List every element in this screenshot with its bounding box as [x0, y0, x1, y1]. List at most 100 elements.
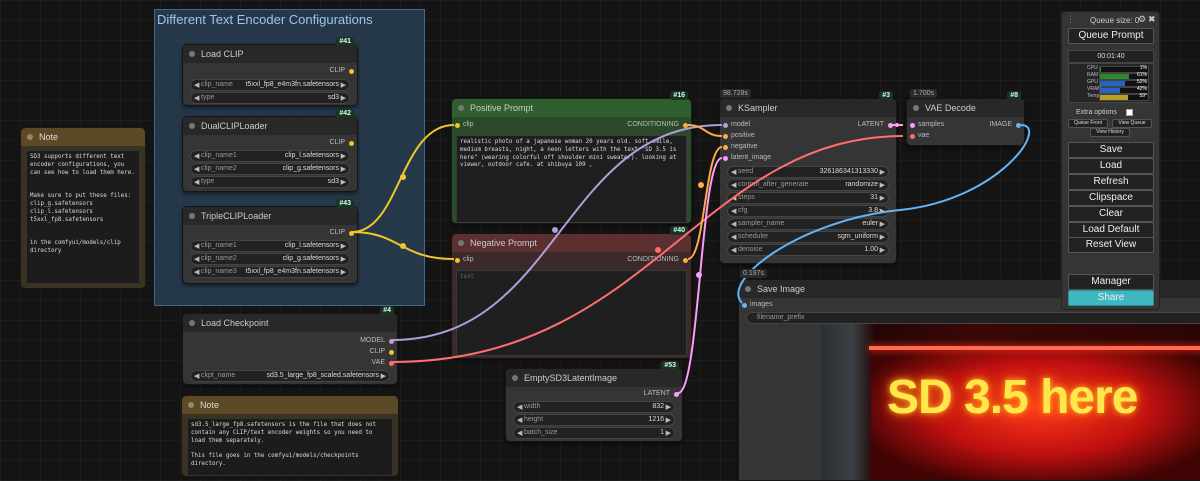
- decrement-arrow-icon[interactable]: ◀: [517, 429, 522, 437]
- clear-button[interactable]: Clear: [1068, 206, 1154, 222]
- node-triple-clip-loader[interactable]: #43 TripleCLIPLoader CLIP ◀clip_name1cli…: [182, 206, 358, 284]
- widget-clip-name3[interactable]: ◀clip_name3t5xxl_fp8_e4m3fn.safetensors▶: [190, 266, 350, 278]
- node-header[interactable]: DualCLIPLoader: [183, 117, 357, 135]
- widget-control-after-generate[interactable]: ◀control_after_generaterandomize▶: [727, 179, 889, 191]
- collapse-dot-icon[interactable]: [458, 240, 464, 246]
- decrement-arrow-icon[interactable]: ◀: [194, 81, 199, 89]
- widget-cfg[interactable]: ◀cfg3.8▶: [727, 205, 889, 217]
- note-header[interactable]: Note: [182, 396, 398, 414]
- decrement-arrow-icon[interactable]: ◀: [731, 194, 736, 202]
- decrement-arrow-icon[interactable]: ◀: [194, 152, 199, 160]
- output-clip-dot[interactable]: [389, 350, 394, 355]
- widget-height[interactable]: ◀height1216▶: [513, 414, 675, 426]
- output-conditioning-dot[interactable]: [683, 123, 688, 128]
- decrement-arrow-icon[interactable]: ◀: [194, 94, 199, 102]
- decrement-arrow-icon[interactable]: ◀: [194, 165, 199, 173]
- input-negative-dot[interactable]: [723, 145, 728, 150]
- output-clip-dot[interactable]: [349, 141, 354, 146]
- clipspace-button[interactable]: Clipspace: [1068, 190, 1154, 206]
- increment-arrow-icon[interactable]: ▶: [341, 255, 346, 263]
- extra-options-checkbox[interactable]: [1126, 109, 1133, 116]
- note-checkpoint[interactable]: Note sd3.5_large_fp8.safetensors is the …: [181, 395, 399, 477]
- output-image-preview[interactable]: SD 3.5 here: [821, 324, 1200, 480]
- node-negative-prompt[interactable]: #40 Negative Prompt clip CONDITIONING te…: [451, 233, 692, 359]
- increment-arrow-icon[interactable]: ▶: [341, 152, 346, 160]
- input-images-dot[interactable]: [742, 303, 747, 308]
- node-dual-clip-loader[interactable]: #42 DualCLIPLoader CLIP ◀clip_name1clip_…: [182, 116, 358, 192]
- output-latent-dot[interactable]: [674, 392, 679, 397]
- collapse-dot-icon[interactable]: [189, 320, 195, 326]
- manager-button[interactable]: Manager: [1068, 274, 1154, 290]
- decrement-arrow-icon[interactable]: ◀: [731, 233, 736, 241]
- queue-prompt-button[interactable]: Queue Prompt: [1068, 28, 1154, 44]
- widget-clip-name1[interactable]: ◀clip_name1clip_l.safetensors▶: [190, 150, 350, 162]
- node-header[interactable]: Positive Prompt: [452, 99, 691, 117]
- increment-arrow-icon[interactable]: ▶: [880, 207, 885, 215]
- load-button[interactable]: Load: [1068, 158, 1154, 174]
- note-encoders[interactable]: Note SD3 supports different text encoder…: [20, 127, 146, 289]
- output-latent-dot[interactable]: [888, 123, 893, 128]
- decrement-arrow-icon[interactable]: ◀: [194, 372, 199, 380]
- note-header[interactable]: Note: [21, 128, 145, 146]
- collapse-dot-icon[interactable]: [512, 375, 518, 381]
- input-positive-dot[interactable]: [723, 134, 728, 139]
- decrement-arrow-icon[interactable]: ◀: [517, 416, 522, 424]
- increment-arrow-icon[interactable]: ▶: [880, 194, 885, 202]
- increment-arrow-icon[interactable]: ▶: [880, 233, 885, 241]
- node-header[interactable]: VAE Decode: [907, 99, 1024, 117]
- increment-arrow-icon[interactable]: ▶: [381, 372, 386, 380]
- collapse-dot-icon[interactable]: [188, 402, 194, 408]
- node-header[interactable]: KSampler: [720, 99, 896, 117]
- decrement-arrow-icon[interactable]: ◀: [194, 268, 199, 276]
- node-positive-prompt[interactable]: #16 Positive Prompt clip CONDITIONING re…: [451, 98, 692, 224]
- node-load-clip[interactable]: #41 Load CLIP CLIP ◀clip_namet5xxl_fp8_e…: [182, 44, 358, 106]
- increment-arrow-icon[interactable]: ▶: [666, 429, 671, 437]
- collapse-dot-icon[interactable]: [745, 286, 751, 292]
- increment-arrow-icon[interactable]: ▶: [880, 181, 885, 189]
- widget-clip-name2[interactable]: ◀clip_name2clip_g.safetensors▶: [190, 163, 350, 175]
- positive-prompt-textarea[interactable]: realistic photo of a japanese woman 20 y…: [456, 135, 687, 223]
- widget-type[interactable]: ◀typesd3▶: [190, 92, 350, 104]
- view-queue-button[interactable]: View Queue: [1112, 119, 1152, 128]
- input-latent-dot[interactable]: [723, 156, 728, 161]
- widget-clip-name1[interactable]: ◀clip_name1clip_l.safetensors▶: [190, 240, 350, 252]
- share-button[interactable]: Share: [1068, 290, 1154, 306]
- increment-arrow-icon[interactable]: ▶: [341, 81, 346, 89]
- decrement-arrow-icon[interactable]: ◀: [731, 207, 736, 215]
- increment-arrow-icon[interactable]: ▶: [880, 168, 885, 176]
- queue-front-button[interactable]: Queue Front: [1068, 119, 1108, 128]
- output-conditioning-dot[interactable]: [683, 258, 688, 263]
- node-header[interactable]: Negative Prompt: [452, 234, 691, 252]
- node-header[interactable]: Load Checkpoint: [183, 314, 397, 332]
- widget-batch-size[interactable]: ◀batch_size1▶: [513, 427, 675, 439]
- collapse-dot-icon[interactable]: [913, 105, 919, 111]
- increment-arrow-icon[interactable]: ▶: [341, 242, 346, 250]
- output-image-dot[interactable]: [1016, 123, 1021, 128]
- widget-clip-name[interactable]: ◀clip_namet5xxl_fp8_e4m3fn.safetensors▶: [190, 79, 350, 91]
- node-load-checkpoint[interactable]: #4 Load Checkpoint MODEL CLIP VAE ◀ckpt_…: [182, 313, 398, 385]
- note-text[interactable]: sd3.5_large_fp8.safetensors is the file …: [187, 418, 393, 476]
- node-vae-decode[interactable]: #8 VAE Decode samples vae IMAGE: [906, 98, 1025, 146]
- negative-prompt-textarea[interactable]: text: [456, 270, 687, 356]
- widget-type[interactable]: ◀typesd3▶: [190, 176, 350, 188]
- input-clip-dot[interactable]: [455, 123, 460, 128]
- decrement-arrow-icon[interactable]: ◀: [517, 403, 522, 411]
- increment-arrow-icon[interactable]: ▶: [341, 94, 346, 102]
- output-clip-dot[interactable]: [349, 231, 354, 236]
- widget-filename-prefix[interactable]: filename_prefix: [746, 312, 1200, 324]
- collapse-dot-icon[interactable]: [189, 213, 195, 219]
- view-history-button[interactable]: View History: [1090, 128, 1130, 137]
- collapse-dot-icon[interactable]: [27, 134, 33, 140]
- decrement-arrow-icon[interactable]: ◀: [731, 181, 736, 189]
- widget-scheduler[interactable]: ◀schedulersgm_uniform▶: [727, 231, 889, 243]
- gear-icon[interactable]: ⚙: [1138, 14, 1146, 25]
- decrement-arrow-icon[interactable]: ◀: [731, 168, 736, 176]
- decrement-arrow-icon[interactable]: ◀: [731, 246, 736, 254]
- decrement-arrow-icon[interactable]: ◀: [194, 255, 199, 263]
- note-text[interactable]: SD3 supports different text encoder conf…: [26, 150, 140, 284]
- widget-ckpt-name[interactable]: ◀ckpt_namesd3.5_large_fp8_scaled.safeten…: [190, 370, 390, 382]
- increment-arrow-icon[interactable]: ▶: [880, 220, 885, 228]
- input-vae-dot[interactable]: [910, 134, 915, 139]
- reset-view-button[interactable]: Reset View: [1068, 237, 1154, 253]
- widget-width[interactable]: ◀width832▶: [513, 401, 675, 413]
